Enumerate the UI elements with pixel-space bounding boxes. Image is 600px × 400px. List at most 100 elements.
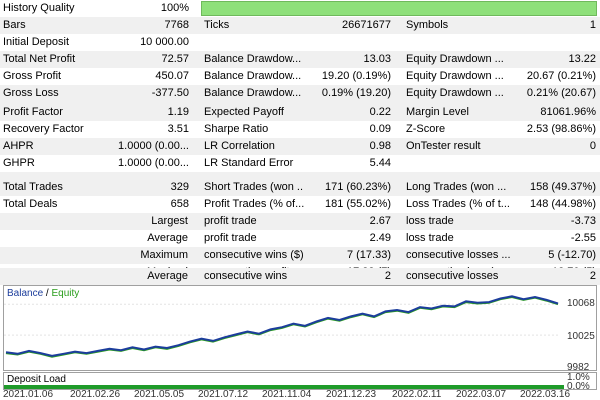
long-trades-value: 158 (49.37%): [529, 181, 596, 193]
ontester-result-label: OnTester result: [406, 140, 481, 152]
row-net-profit: Total Net Profit 72.57 Balance Drawdow..…: [0, 51, 600, 68]
max-consecutive-losses-value: 5 (-12.70): [548, 249, 596, 261]
equity-drawdown-max-value: 20.67 (0.21%): [526, 70, 596, 82]
y-tick-10068: 10068: [567, 298, 595, 309]
largest-profit-trade-label: profit trade: [204, 215, 257, 227]
x-tick-5: 2021.12.23: [326, 389, 377, 400]
row-recovery-factor: Recovery Factor 3.51 Sharpe Ratio 0.09 Z…: [0, 121, 600, 138]
equity-drawdown-abs-value: 13.22: [568, 53, 596, 65]
lr-standard-error-value: 5.44: [369, 157, 391, 169]
equity-drawdown-abs-label: Equity Drawdown ...: [406, 53, 504, 65]
deposit-load-label: Deposit Load: [7, 374, 66, 385]
average-consecutive-losses-value: 2: [589, 270, 596, 282]
row-average: Average profit trade 2.49 loss trade -2.…: [0, 230, 600, 247]
ghpr-value: 1.0000 (0.00...: [118, 157, 189, 169]
gross-loss-value: -377.50: [151, 87, 189, 99]
total-trades-value: 329: [170, 181, 189, 193]
initial-deposit-value: 10 000.00: [140, 36, 189, 48]
y-tick-10025: 10025: [567, 331, 595, 342]
largest-loss-trade-value: -3.73: [570, 215, 596, 227]
chart-legend: Balance / Equity: [7, 288, 79, 299]
average-consecutive-label: Average: [147, 270, 188, 282]
row-largest: Largest profit trade 2.67 loss trade -3.…: [0, 213, 600, 230]
ticks-value: 26671677: [342, 19, 391, 31]
legend-equity: Equity: [51, 288, 80, 299]
maximum-label: Maximum: [140, 249, 188, 261]
row-initial-deposit: Initial Deposit 10 000.00: [0, 34, 600, 51]
lr-standard-error-label: LR Standard Error: [204, 157, 294, 169]
max-consecutive-wins-value: 7 (17.33): [346, 249, 391, 261]
profit-trades-label: Profit Trades (% of...: [204, 198, 304, 210]
deposit-load-panel: Deposit Load 1.0% 0.0%: [3, 372, 597, 392]
row-gross-loss: Gross Loss -377.50 Balance Drawdow... 0.…: [0, 85, 600, 102]
x-tick-7: 2022.03.07: [456, 389, 507, 400]
gross-profit-value: 450.07: [155, 70, 189, 82]
largest-label: Largest: [151, 215, 188, 227]
row-total-deals: Total Deals 658 Profit Trades (% of... 1…: [0, 196, 600, 213]
profit-factor-value: 1.19: [167, 106, 189, 118]
deposit-tick-0pct: 0.0%: [567, 381, 590, 392]
average-label: Average: [147, 232, 188, 244]
ontester-result-value: 0: [589, 140, 596, 152]
equity-drawdown-max-label: Equity Drawdown ...: [406, 70, 504, 82]
z-score-label: Z-Score: [406, 123, 446, 135]
short-trades-value: 171 (60.23%): [324, 181, 391, 193]
short-trades-label: Short Trades (won ...: [204, 181, 304, 193]
recovery-factor-value: 3.51: [167, 123, 189, 135]
max-consecutive-wins-label: consecutive wins ($): [204, 249, 304, 261]
x-tick-1: 2021.02.26: [70, 389, 121, 400]
history-quality-bar: [201, 1, 597, 16]
row-average-consecutive: Average consecutive wins 2 consecutive l…: [0, 268, 600, 285]
long-trades-label: Long Trades (won ...: [406, 181, 507, 193]
ticks-label: Ticks: [204, 19, 230, 31]
x-tick-3: 2021.07.12: [198, 389, 249, 400]
margin-level-label: Margin Level: [406, 106, 469, 118]
z-score-value: 2.53 (98.86%): [526, 123, 596, 135]
lr-correlation-label: LR Correlation: [204, 140, 275, 152]
balance-equity-chart: Balance / Equity 10068 10025 9982: [3, 285, 597, 373]
balance-drawdown-abs-label: Balance Drawdow...: [204, 53, 302, 65]
legend-balance: Balance: [7, 288, 44, 299]
average-consecutive-wins-value: 2: [384, 270, 391, 282]
equity-drawdown-rel-value: 0.21% (20.67): [526, 87, 596, 99]
average-consecutive-losses-label: consecutive losses: [406, 270, 499, 282]
average-loss-trade-value: -2.55: [570, 232, 596, 244]
row-ghpr: GHPR 1.0000 (0.00... LR Standard Error 5…: [0, 155, 600, 172]
average-profit-trade-label: profit trade: [204, 232, 257, 244]
x-tick-0: 2021.01.06: [3, 389, 54, 400]
loss-trades-value: 148 (44.98%): [529, 198, 596, 210]
row-total-trades: Total Trades 329 Short Trades (won ... 1…: [0, 179, 600, 196]
x-tick-2: 2021.05.05: [134, 389, 185, 400]
row-profit-factor: Profit Factor 1.19 Expected Payoff 0.22 …: [0, 104, 600, 121]
history-quality-value: 100%: [160, 2, 189, 14]
largest-loss-trade-label: loss trade: [406, 215, 454, 227]
symbols-value: 1: [589, 19, 596, 31]
series-line-balance: [5, 295, 559, 357]
equity-drawdown-rel-label: Equity Drawdown ...: [406, 87, 504, 99]
expected-payoff-value: 0.22: [369, 106, 391, 118]
bars-value: 7768: [164, 19, 189, 31]
balance-drawdown-max-value: 19.20 (0.19%): [321, 70, 391, 82]
max-consecutive-losses-label: consecutive losses ...: [406, 249, 511, 261]
expected-payoff-label: Expected Payoff: [204, 106, 284, 118]
ahpr-value: 1.0000 (0.00...: [118, 140, 189, 152]
profit-trades-value: 181 (55.02%): [324, 198, 391, 210]
total-deals-value: 658: [170, 198, 189, 210]
lr-correlation-value: 0.98: [369, 140, 391, 152]
margin-level-value: 81061.96%: [540, 106, 596, 118]
loss-trades-label: Loss Trades (% of t...: [406, 198, 510, 210]
symbols-label: Symbols: [406, 19, 449, 31]
row-maximum: Maximum consecutive wins ($) 7 (17.33) c…: [0, 247, 600, 264]
balance-equity-plot: [4, 295, 560, 358]
average-loss-trade-label: loss trade: [406, 232, 454, 244]
row-ahpr: AHPR 1.0000 (0.00... LR Correlation 0.98…: [0, 138, 600, 155]
x-tick-4: 2021.11.04: [262, 389, 312, 400]
average-consecutive-wins-label: consecutive wins: [204, 270, 288, 282]
balance-drawdown-max-label: Balance Drawdow...: [204, 70, 302, 82]
average-profit-trade-value: 2.49: [369, 232, 391, 244]
sharpe-ratio-label: Sharpe Ratio: [204, 123, 269, 135]
row-bars: Bars 7768 Ticks 26671677 Symbols 1: [0, 17, 600, 34]
x-tick-8: 2022.03.16: [520, 389, 571, 400]
balance-drawdown-rel-label: Balance Drawdow...: [204, 87, 302, 99]
x-tick-6: 2022.02.11: [392, 389, 442, 400]
